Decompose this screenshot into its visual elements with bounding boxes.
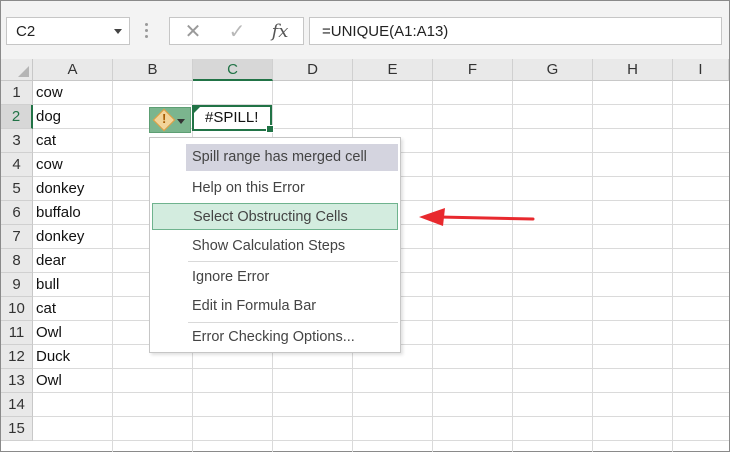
column-header-d[interactable]: D xyxy=(273,59,353,81)
cell-a11[interactable]: Owl xyxy=(36,321,62,345)
name-box-value: C2 xyxy=(16,23,36,40)
gridline xyxy=(33,368,729,369)
cell-a2[interactable]: dog xyxy=(36,105,61,129)
gridline xyxy=(592,81,593,452)
menu-separator xyxy=(188,261,398,262)
row-header-7[interactable]: 7 xyxy=(1,225,33,249)
row-header-5[interactable]: 5 xyxy=(1,177,33,201)
column-header-b[interactable]: B xyxy=(113,59,193,81)
gridline xyxy=(432,81,433,452)
error-indicator-icon xyxy=(194,107,200,113)
menu-item-label: Select Obstructing Cells xyxy=(193,209,348,225)
annotation-arrow-icon xyxy=(419,208,535,226)
spreadsheet-window: C2 ✕ ✓ fx =UNIQUE(A1:A13) A B C D E F G … xyxy=(0,0,730,452)
row-header-6[interactable]: 6 xyxy=(1,201,33,225)
menu-item-label: Help on this Error xyxy=(192,180,305,196)
column-header-e[interactable]: E xyxy=(353,59,433,81)
gridline xyxy=(112,81,113,452)
gridline xyxy=(33,416,729,417)
cell-a5[interactable]: donkey xyxy=(36,177,84,201)
menu-header-label: Spill range has merged cell xyxy=(192,149,367,165)
column-header-f[interactable]: F xyxy=(433,59,513,81)
gridline xyxy=(33,392,729,393)
row-header-11[interactable]: 11 xyxy=(1,321,33,345)
formula-buttons: ✕ ✓ fx xyxy=(169,17,304,45)
row-header-13[interactable]: 13 xyxy=(1,369,33,393)
chevron-down-icon[interactable] xyxy=(177,119,185,124)
menu-header: Spill range has merged cell xyxy=(186,144,398,171)
gridline xyxy=(512,81,513,452)
select-all-button[interactable] xyxy=(1,59,33,81)
menu-item-label: Edit in Formula Bar xyxy=(192,298,317,314)
menu-item-help[interactable]: Help on this Error xyxy=(150,175,400,202)
row-header-15[interactable]: 15 xyxy=(1,417,33,441)
column-header-c[interactable]: C xyxy=(193,59,273,81)
menu-item-ignore[interactable]: Ignore Error xyxy=(150,264,400,291)
cell-a6[interactable]: buffalo xyxy=(36,201,81,225)
row-header-3[interactable]: 3 xyxy=(1,129,33,153)
row-header-9[interactable]: 9 xyxy=(1,273,33,297)
row-header-10[interactable]: 10 xyxy=(1,297,33,321)
drag-handle-icon[interactable] xyxy=(145,23,149,39)
row-header-12[interactable]: 12 xyxy=(1,345,33,369)
enter-icon[interactable]: ✓ xyxy=(222,21,252,43)
gridline xyxy=(33,104,729,105)
formula-bar-area: C2 ✕ ✓ fx =UNIQUE(A1:A13) xyxy=(1,1,729,59)
cell-a8[interactable]: dear xyxy=(36,249,66,273)
cell-a3[interactable]: cat xyxy=(36,129,56,153)
error-options-button[interactable]: ! xyxy=(149,107,191,133)
formula-input[interactable]: =UNIQUE(A1:A13) xyxy=(309,17,722,45)
menu-item-error-options[interactable]: Error Checking Options... xyxy=(150,324,400,351)
menu-item-select-obstructing[interactable]: Select Obstructing Cells xyxy=(152,203,398,230)
menu-separator xyxy=(188,322,398,323)
fill-handle[interactable] xyxy=(266,125,274,133)
cell-a13[interactable]: Owl xyxy=(36,369,62,393)
warning-glyph: ! xyxy=(162,111,167,126)
chevron-down-icon[interactable] xyxy=(114,29,122,34)
name-box[interactable]: C2 xyxy=(6,17,130,45)
error-context-menu: Spill range has merged cell Help on this… xyxy=(149,137,401,353)
menu-item-label: Error Checking Options... xyxy=(192,329,355,345)
row-header-8[interactable]: 8 xyxy=(1,249,33,273)
column-header-g[interactable]: G xyxy=(513,59,593,81)
row-header-1[interactable]: 1 xyxy=(1,81,33,105)
column-header-h[interactable]: H xyxy=(593,59,673,81)
insert-function-icon[interactable]: fx xyxy=(265,21,295,43)
cell-a4[interactable]: cow xyxy=(36,153,63,177)
gridline xyxy=(33,128,729,129)
cell-a7[interactable]: donkey xyxy=(36,225,84,249)
cell-a10[interactable]: cat xyxy=(36,297,56,321)
menu-item-calc-steps[interactable]: Show Calculation Steps xyxy=(150,233,400,260)
cell-c2-value: #SPILL! xyxy=(205,109,259,126)
column-header-i[interactable]: I xyxy=(673,59,729,81)
row-header-4[interactable]: 4 xyxy=(1,153,33,177)
menu-item-label: Ignore Error xyxy=(192,269,270,285)
cell-a9[interactable]: bull xyxy=(36,273,59,297)
gridline xyxy=(33,440,729,441)
formula-text: =UNIQUE(A1:A13) xyxy=(322,23,449,40)
cell-a12[interactable]: Duck xyxy=(36,345,70,369)
gridline xyxy=(672,81,673,452)
column-header-a[interactable]: A xyxy=(33,59,113,81)
menu-item-label: Show Calculation Steps xyxy=(192,238,346,254)
row-header-14[interactable]: 14 xyxy=(1,393,33,417)
cancel-icon[interactable]: ✕ xyxy=(178,21,208,43)
row-header-2[interactable]: 2 xyxy=(1,105,33,129)
menu-item-edit-formula[interactable]: Edit in Formula Bar xyxy=(150,293,400,320)
cell-a1[interactable]: cow xyxy=(36,81,63,105)
